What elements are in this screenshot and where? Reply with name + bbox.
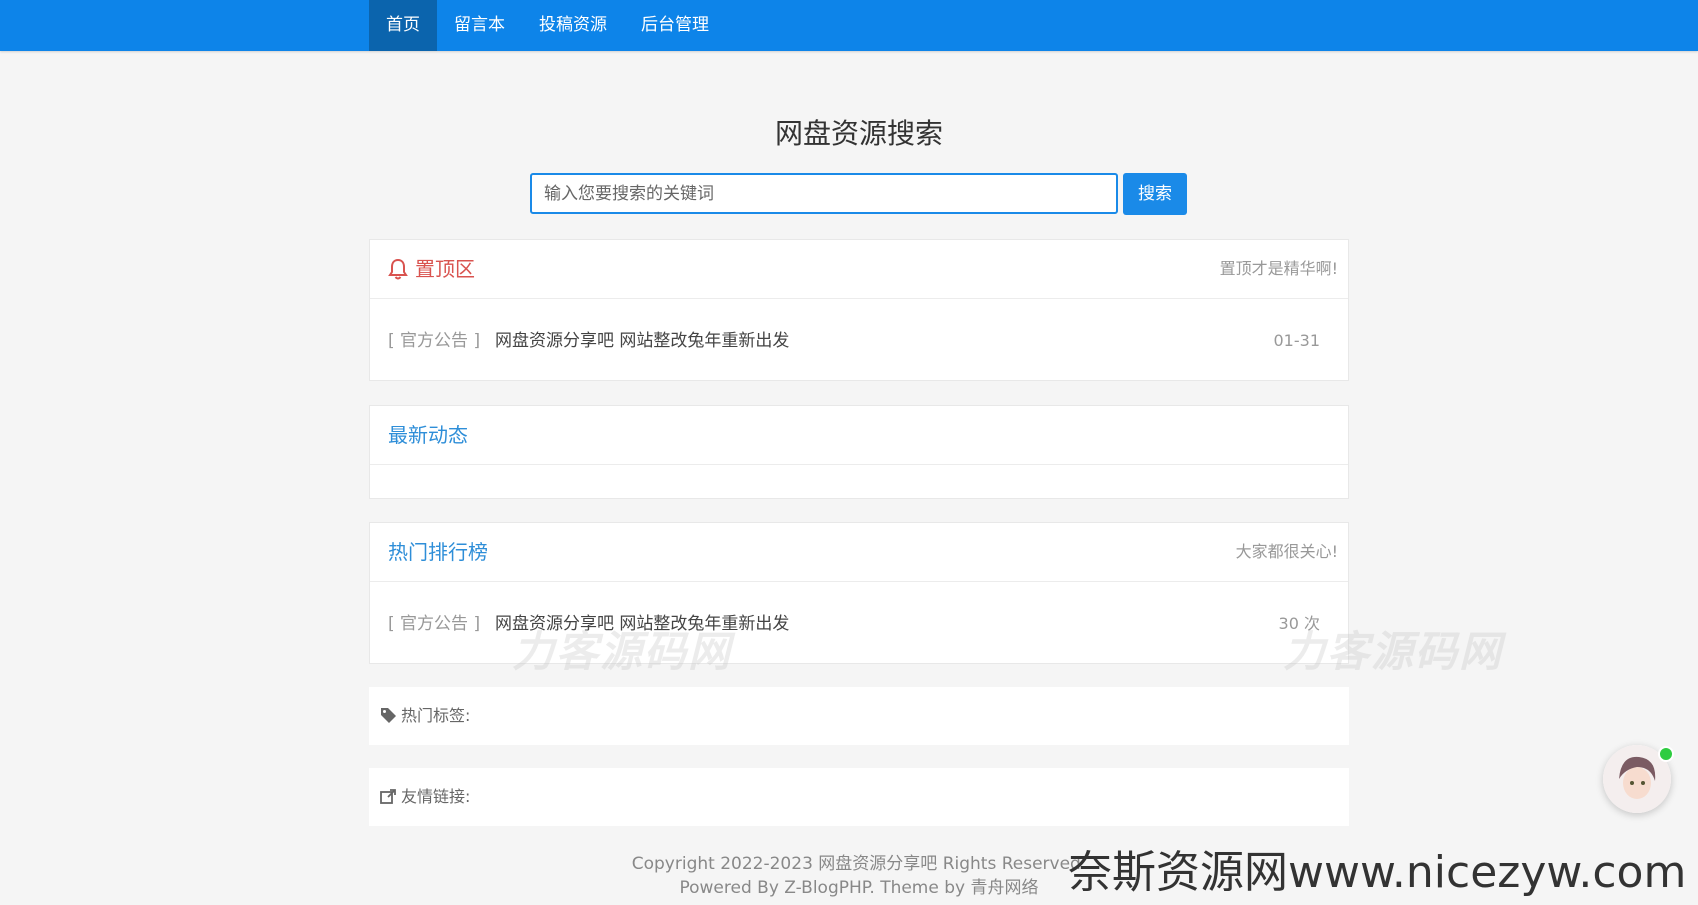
watermark: 力客源码网 bbox=[1283, 627, 1504, 676]
latest-header: 最新动态 bbox=[370, 406, 1348, 465]
item-title-link[interactable]: 网盘资源分享吧 网站整改兔年重新出发 bbox=[495, 299, 789, 383]
item-category[interactable]: [ 官方公告 ] bbox=[388, 299, 480, 383]
nav-item-home[interactable]: 首页 bbox=[369, 0, 437, 51]
hot-tags-label: 热门标签: bbox=[401, 706, 471, 725]
search-input[interactable] bbox=[530, 173, 1118, 214]
pinned-title: 置顶区 bbox=[415, 257, 475, 281]
hot-tags-bar: 热门标签: bbox=[369, 687, 1349, 745]
bell-icon bbox=[388, 258, 408, 280]
online-status-dot bbox=[1658, 746, 1674, 762]
item-category[interactable]: [ 官方公告 ] bbox=[388, 582, 480, 666]
watermark: 力客源码网 bbox=[512, 627, 733, 676]
nav-item-guestbook[interactable]: 留言本 bbox=[437, 0, 522, 51]
pinned-subtitle: 置顶才是精华啊! bbox=[1219, 259, 1338, 278]
friend-links-label: 友情链接: bbox=[401, 787, 471, 806]
external-link-icon bbox=[380, 789, 396, 804]
list-item: [ 官方公告 ] 网盘资源分享吧 网站整改兔年重新出发 01-31 bbox=[370, 299, 1348, 383]
pinned-header: 置顶区 置顶才是精华啊! bbox=[370, 240, 1348, 299]
hot-header: 热门排行榜 大家都很关心! bbox=[370, 523, 1348, 582]
tag-icon bbox=[381, 708, 396, 723]
pinned-panel: 置顶区 置顶才是精华啊! [ 官方公告 ] 网盘资源分享吧 网站整改兔年重新出发… bbox=[369, 239, 1349, 381]
site-watermark: 奈斯资源网www.nicezyw.com bbox=[1068, 847, 1687, 898]
latest-title: 最新动态 bbox=[388, 423, 468, 447]
nav-item-admin[interactable]: 后台管理 bbox=[624, 0, 726, 51]
nav-menu: 首页 留言本 投稿资源 后台管理 bbox=[369, 0, 726, 51]
nav-item-submit[interactable]: 投稿资源 bbox=[522, 0, 624, 51]
search-title: 网盘资源搜索 bbox=[774, 117, 943, 150]
top-navbar: 首页 留言本 投稿资源 后台管理 bbox=[0, 0, 1698, 51]
hot-subtitle: 大家都很关心! bbox=[1235, 542, 1338, 561]
friend-links-bar: 友情链接: bbox=[369, 768, 1349, 826]
item-date: 01-31 bbox=[1273, 331, 1321, 350]
search-button[interactable]: 搜索 bbox=[1123, 173, 1187, 215]
hot-title: 热门排行榜 bbox=[388, 540, 488, 564]
latest-panel: 最新动态 bbox=[369, 405, 1349, 499]
